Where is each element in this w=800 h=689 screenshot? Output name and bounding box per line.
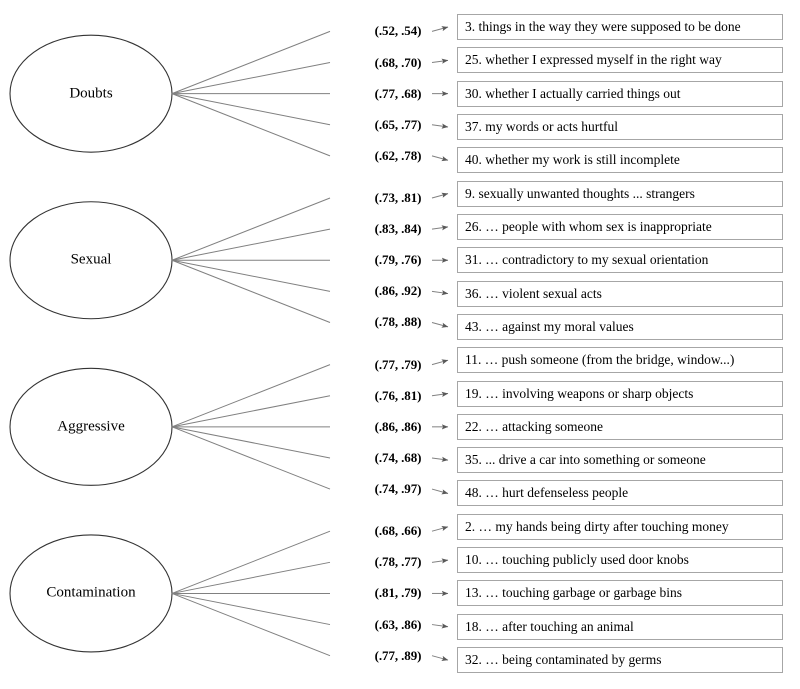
indicator-box: 18. … after touching an animal	[457, 613, 783, 640]
loading-arrow	[431, 58, 449, 64]
loading-arrow	[431, 655, 449, 661]
indicator-box: 48. … hurt defenseless people	[457, 480, 783, 507]
coefficient-label: (.52, .54)	[372, 23, 424, 40]
loading-arrow	[431, 488, 449, 495]
coefficient-label: (.83, .84)	[372, 221, 424, 238]
coef-to-item-arrows	[431, 26, 449, 661]
loading-line	[171, 426, 331, 459]
loading-arrow	[431, 290, 449, 296]
loading-arrow	[431, 321, 449, 328]
indicator-box: 26. … people with whom sex is inappropri…	[457, 213, 783, 240]
indicator-box: 40. whether my work is still incomplete	[457, 147, 783, 174]
indicator-box: 43. … against my moral values	[457, 313, 783, 340]
coefficient-label: (.76, .81)	[372, 387, 424, 404]
loading-line	[171, 530, 331, 594]
loading-arrow	[431, 123, 449, 129]
coefficient-label: (.79, .76)	[372, 252, 424, 269]
loading-line	[171, 228, 331, 261]
loading-line	[171, 259, 331, 292]
loading-line	[171, 561, 331, 594]
loading-line	[171, 592, 331, 657]
loading-line	[171, 395, 331, 428]
indicator-box: 13. … touching garbage or garbage bins	[457, 580, 783, 607]
coefficient-label: (.68, .70)	[372, 54, 424, 71]
coefficient-label: (.77, .79)	[372, 356, 424, 373]
coefficient-label: (.86, .92)	[372, 283, 424, 300]
coefficient-label: (.62, .78)	[372, 147, 424, 164]
loading-line	[171, 30, 331, 95]
loading-arrow	[431, 192, 449, 199]
indicator-box: 25. whether I expressed myself in the ri…	[457, 47, 783, 74]
loading-arrow	[431, 26, 449, 32]
loading-line	[171, 592, 331, 626]
loading-line	[171, 93, 331, 126]
indicator-box: 22. … attacking someone	[457, 413, 783, 440]
factor-to-coef-lines	[171, 30, 331, 657]
factor-ellipse-sexual	[9, 201, 173, 320]
indicator-box: 3. things in the way they were supposed …	[457, 14, 783, 40]
indicator-box: 37. my words or acts hurtful	[457, 113, 783, 140]
coefficient-label: (.74, .97)	[372, 481, 424, 498]
loading-arrow	[431, 558, 449, 564]
loading-line	[171, 426, 331, 490]
loading-arrow	[431, 225, 449, 231]
coefficient-label: (.81, .79)	[372, 585, 424, 602]
loading-line	[171, 93, 331, 157]
indicator-box: 31. … contradictory to my sexual orienta…	[457, 247, 783, 274]
coefficient-label: (.78, .88)	[372, 314, 424, 331]
indicator-box: 32. … being contaminated by germs	[457, 647, 783, 674]
indicator-box: 2. … my hands being dirty after touching…	[457, 513, 783, 540]
coefficient-label: (.74, .68)	[372, 449, 424, 466]
loading-arrow	[431, 155, 449, 162]
coefficient-label: (.86, .86)	[372, 418, 424, 435]
indicator-box: 11. … push someone (from the bridge, win…	[457, 347, 783, 374]
path-diagram: Doubts (.52, .54) 3. things in the way the…	[0, 0, 800, 689]
indicator-box: 30. whether I actually carried things ou…	[457, 80, 783, 107]
factor-ellipses	[9, 34, 173, 653]
loading-line	[171, 259, 331, 323]
loading-line	[171, 364, 331, 428]
factor-ellipse-doubts	[9, 34, 173, 153]
coefficient-label: (.65, .77)	[372, 116, 424, 133]
coefficient-label: (.68, .66)	[372, 523, 424, 540]
indicator-box: 9. sexually unwanted thoughts ... strang…	[457, 180, 783, 207]
loading-arrow	[431, 525, 449, 532]
coefficient-label: (.77, .89)	[372, 647, 424, 664]
indicator-box: 19. … involving weapons or sharp objects	[457, 380, 783, 407]
loading-arrow	[431, 391, 449, 397]
loading-arrow	[431, 359, 449, 366]
loading-line	[171, 197, 331, 261]
coefficient-label: (.73, .81)	[372, 190, 424, 206]
coefficient-label: (.63, .86)	[372, 616, 424, 633]
coefficient-label: (.77, .68)	[372, 85, 424, 102]
factor-ellipse-aggressive	[9, 367, 173, 486]
loading-arrow	[431, 623, 449, 629]
coefficient-label: (.78, .77)	[372, 554, 424, 571]
indicator-box: 35. ... drive a car into something or so…	[457, 447, 783, 474]
factor-ellipse-contamination	[9, 534, 173, 653]
indicator-box: 36. … violent sexual acts	[457, 280, 783, 307]
indicator-box: 10. … touching publicly used door knobs	[457, 547, 783, 574]
loading-line	[171, 62, 331, 95]
loading-arrow	[431, 456, 449, 462]
